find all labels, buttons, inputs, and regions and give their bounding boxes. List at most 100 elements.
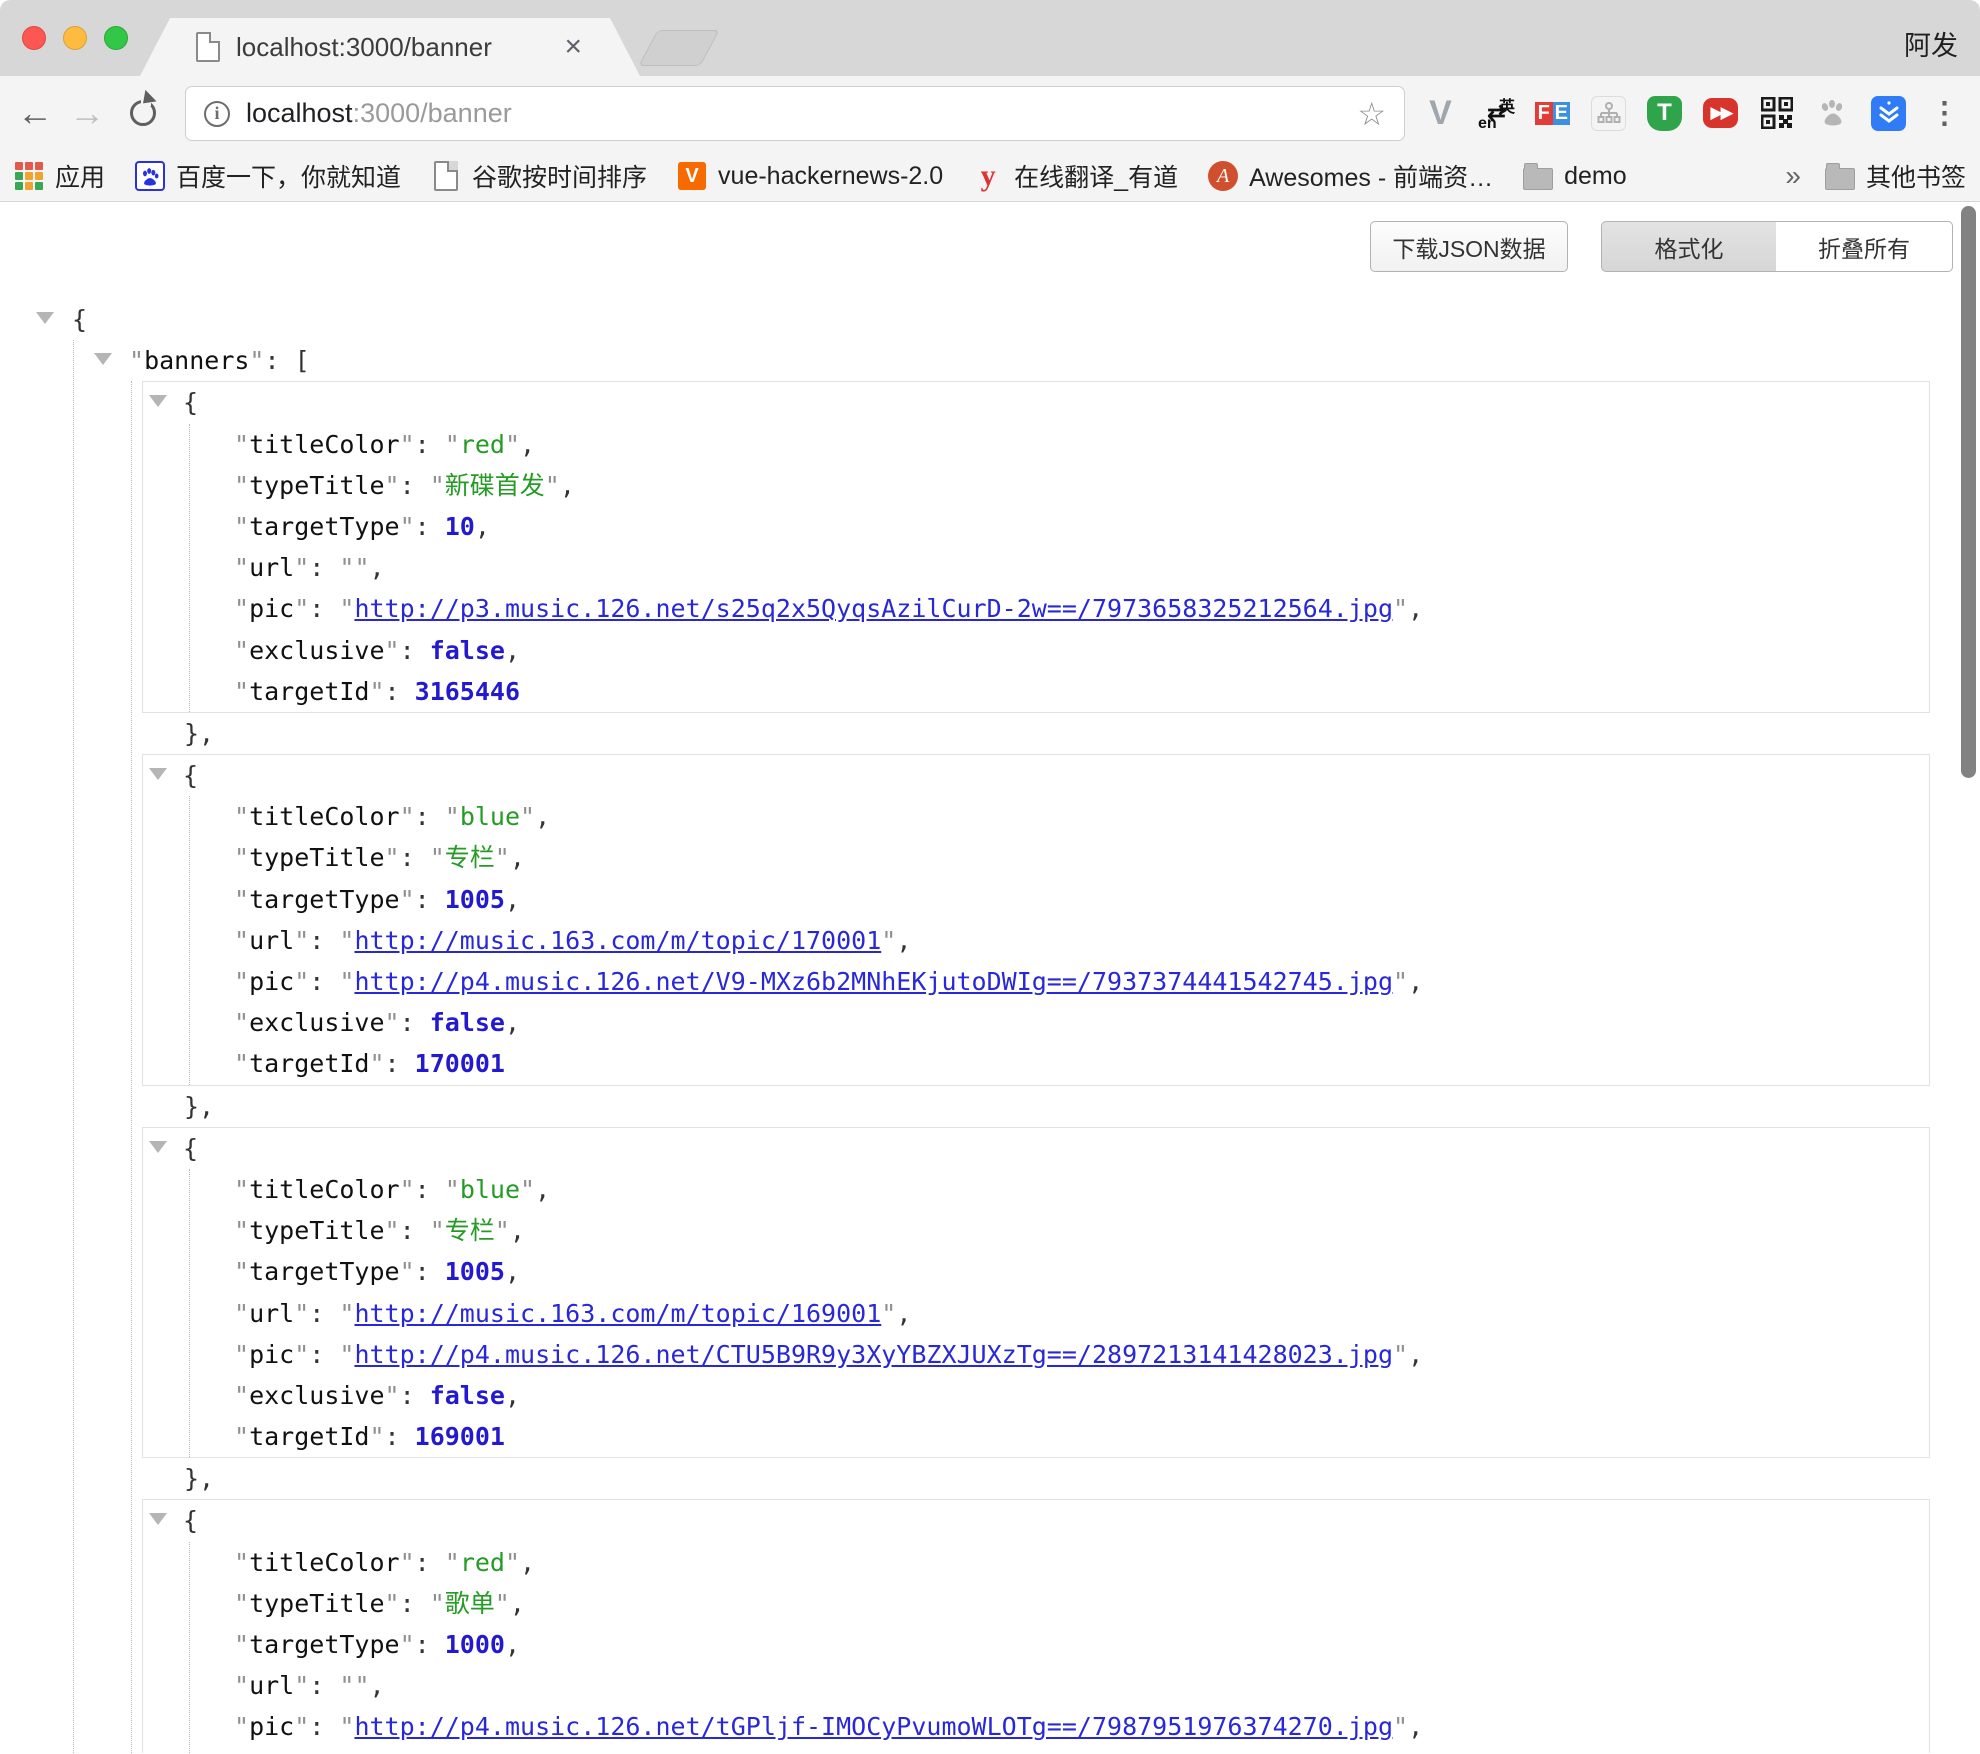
collapse-triangle-icon[interactable] bbox=[149, 768, 167, 780]
folder-icon bbox=[1523, 161, 1553, 191]
json-field-line: "pic": "http://p4.music.126.net/V9-MXz6b… bbox=[190, 961, 1929, 1002]
zoom-window-button[interactable] bbox=[104, 26, 128, 50]
tab-favicon-page-icon bbox=[196, 32, 220, 62]
json-field-line: "targetId": 3165446 bbox=[190, 671, 1929, 712]
page-info-icon[interactable]: i bbox=[204, 101, 230, 127]
json-field-line: "exclusive": false, bbox=[190, 630, 1929, 671]
t-shield-extension-icon[interactable]: T bbox=[1647, 96, 1682, 131]
browser-window: localhost:3000/banner × 阿发 ← → i localho… bbox=[0, 0, 1980, 1754]
bookmark-label: demo bbox=[1564, 162, 1627, 191]
bookmarks-right: » 其他书签 bbox=[1785, 158, 1966, 194]
json-field-line: "targetId": 170001 bbox=[190, 1043, 1929, 1084]
other-bookmarks-folder[interactable]: 其他书签 bbox=[1825, 158, 1966, 194]
json-url-link[interactable]: http://music.163.com/m/topic/169001 bbox=[354, 1299, 881, 1328]
url-host: localhost bbox=[246, 98, 353, 128]
collapse-triangle-icon[interactable] bbox=[94, 353, 112, 365]
video-download-extension-icon[interactable]: ▶▶ bbox=[1703, 98, 1738, 128]
bookmark-item[interactable]: 百度一下，你就知道 bbox=[135, 158, 401, 194]
traffic-lights bbox=[22, 26, 128, 50]
bookmarks-bar: 应用百度一下，你就知道 谷歌按时间排序 Vvue-hackernews-2.0 y 在线… bbox=[0, 151, 1980, 202]
collapse-all-button[interactable]: 折叠所有 bbox=[1776, 221, 1953, 272]
json-banners-key: "banners": [ bbox=[74, 340, 1980, 381]
json-field-line: "url": "", bbox=[190, 1665, 1929, 1706]
browser-menu-dots-icon[interactable]: ⋮ bbox=[1927, 96, 1962, 131]
bookmark-label: 谷歌按时间排序 bbox=[472, 158, 647, 194]
bookmark-item[interactable]: AAwesomes - 前端资… bbox=[1208, 158, 1493, 194]
json-field-line: "exclusive": false, bbox=[190, 1002, 1929, 1043]
json-url-link[interactable]: http://music.163.com/m/topic/170001 bbox=[354, 926, 881, 955]
back-button[interactable]: ← bbox=[12, 90, 58, 136]
download-json-button[interactable]: 下载JSON数据 bbox=[1370, 221, 1568, 272]
array-item-box: {"titleColor": "blue","typeTitle": "专栏",… bbox=[142, 754, 1930, 1086]
json-field-line: "titleColor": "blue", bbox=[190, 796, 1929, 837]
json-field-line: "titleColor": "red", bbox=[190, 424, 1929, 465]
json-url-link[interactable]: http://p3.music.126.net/s25q2x5QyqsAzilC… bbox=[354, 594, 1393, 623]
close-window-button[interactable] bbox=[22, 26, 46, 50]
json-url-link[interactable]: http://p4.music.126.net/V9-MXz6b2MNhEKju… bbox=[354, 967, 1393, 996]
collapse-triangle-icon[interactable] bbox=[149, 1513, 167, 1525]
bookmark-star-icon[interactable]: ☆ bbox=[1357, 95, 1386, 133]
bookmark-item[interactable]: 谷歌按时间排序 bbox=[431, 158, 647, 194]
tab-close-icon[interactable]: × bbox=[564, 32, 582, 62]
bookmarks-overflow-chevron-icon[interactable]: » bbox=[1785, 160, 1801, 192]
json-field-line: "targetType": 1005, bbox=[190, 879, 1929, 920]
json-field-line: "exclusive": false bbox=[190, 1748, 1929, 1753]
json-object-close: }, bbox=[132, 1086, 1980, 1127]
json-field-line: "typeTitle": "专栏", bbox=[190, 837, 1929, 878]
new-tab-button[interactable] bbox=[638, 30, 719, 66]
json-root-open: { bbox=[0, 299, 1980, 340]
sitemap-extension-icon[interactable] bbox=[1591, 96, 1626, 131]
minimize-window-button[interactable] bbox=[63, 26, 87, 50]
json-field-line: "url": "http://music.163.com/m/topic/170… bbox=[190, 920, 1929, 961]
awesomes-icon: A bbox=[1208, 161, 1238, 191]
folder-icon bbox=[1825, 161, 1855, 191]
json-field-line: "pic": "http://p3.music.126.net/s25q2x5Q… bbox=[190, 588, 1929, 629]
page-scrollbar[interactable] bbox=[1961, 206, 1976, 778]
json-field-line: "targetId": 169001 bbox=[190, 1416, 1929, 1457]
forward-button[interactable]: → bbox=[64, 90, 110, 136]
json-url-link[interactable]: http://p4.music.126.net/CTU5B9R9y3XyYBZX… bbox=[354, 1340, 1393, 1369]
json-field-line: "pic": "http://p4.music.126.net/tGPljf-I… bbox=[190, 1706, 1929, 1747]
profile-name[interactable]: 阿发 bbox=[1904, 24, 1958, 63]
fatkun-extension-icon[interactable] bbox=[1871, 96, 1906, 131]
json-field-line: "targetType": 1005, bbox=[190, 1251, 1929, 1292]
bookmark-label: 在线翻译_有道 bbox=[1014, 158, 1178, 194]
translate-extension-icon[interactable]: 英en⇄ bbox=[1479, 96, 1514, 131]
format-button[interactable]: 格式化 bbox=[1601, 221, 1777, 272]
array-item-box: {"titleColor": "blue","typeTitle": "专栏",… bbox=[142, 1127, 1930, 1459]
youdao-icon: y bbox=[973, 161, 1003, 191]
qr-code-extension-icon[interactable] bbox=[1759, 96, 1794, 131]
bookmark-item[interactable]: y 在线翻译_有道 bbox=[973, 158, 1178, 194]
browser-toolbar: ← → i localhost:3000/banner ☆ V 英en⇄ FE T ▶▶… bbox=[0, 76, 1980, 151]
address-bar[interactable]: i localhost:3000/banner ☆ bbox=[185, 86, 1405, 141]
bookmarks-items: 应用百度一下，你就知道 谷歌按时间排序 Vvue-hackernews-2.0 y 在线… bbox=[14, 158, 1785, 194]
json-field-line: "exclusive": false, bbox=[190, 1375, 1929, 1416]
array-item-box: {"titleColor": "red","typeTitle": "新碟首发"… bbox=[142, 381, 1930, 713]
vue-icon: V bbox=[677, 161, 707, 191]
bookmark-item[interactable]: Vvue-hackernews-2.0 bbox=[677, 161, 943, 191]
page-icon bbox=[431, 161, 461, 191]
url-text[interactable]: localhost:3000/banner bbox=[246, 98, 1345, 129]
json-field-line: "typeTitle": "专栏", bbox=[190, 1210, 1929, 1251]
tab-localhost[interactable]: localhost:3000/banner × bbox=[140, 18, 640, 76]
json-field-line: "url": "", bbox=[190, 547, 1929, 588]
json-object-open: { bbox=[143, 382, 1929, 423]
bookmark-item[interactable]: demo bbox=[1523, 161, 1627, 191]
tab-title: localhost:3000/banner bbox=[236, 32, 550, 63]
fe-helper-extension-icon[interactable]: FE bbox=[1535, 96, 1570, 131]
collapse-triangle-icon[interactable] bbox=[36, 312, 54, 324]
paw-extension-icon[interactable] bbox=[1815, 96, 1850, 131]
bookmark-item[interactable]: 应用 bbox=[14, 158, 105, 194]
json-field-line: "typeTitle": "新碟首发", bbox=[190, 465, 1929, 506]
collapse-triangle-icon[interactable] bbox=[149, 395, 167, 407]
collapse-triangle-icon[interactable] bbox=[149, 1141, 167, 1153]
json-field-line: "titleColor": "blue", bbox=[190, 1169, 1929, 1210]
vue-devtools-extension-icon[interactable]: V bbox=[1423, 96, 1458, 131]
tab-strip: localhost:3000/banner × 阿发 bbox=[0, 0, 1980, 76]
json-field-line: "titleColor": "red", bbox=[190, 1542, 1929, 1583]
bookmark-label: vue-hackernews-2.0 bbox=[718, 162, 943, 191]
json-field-line: "typeTitle": "歌单", bbox=[190, 1583, 1929, 1624]
url-path: :3000/banner bbox=[353, 98, 512, 128]
reload-button[interactable] bbox=[120, 90, 166, 136]
json-url-link[interactable]: http://p4.music.126.net/tGPljf-IMOCyPvum… bbox=[354, 1712, 1393, 1741]
